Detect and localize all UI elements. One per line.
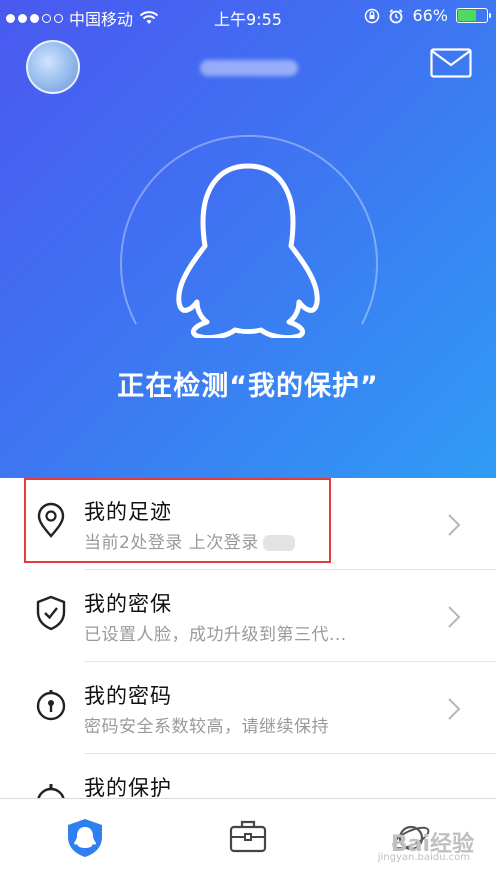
mail-icon[interactable] bbox=[430, 48, 472, 78]
lock-icon bbox=[36, 690, 66, 721]
list-item-subtitle: 密码安全系数较高，请继续保持 bbox=[84, 717, 329, 737]
chevron-right-icon bbox=[448, 514, 461, 536]
battery-fill bbox=[458, 10, 476, 21]
list-item-title: 我的保护 bbox=[84, 776, 172, 798]
list-item-security-question[interactable]: 我的密保 已设置人脸，成功升级到第三代... bbox=[0, 570, 496, 662]
shield-penguin-icon[interactable] bbox=[64, 817, 106, 859]
alarm-icon bbox=[389, 8, 403, 23]
toolbox-icon[interactable] bbox=[228, 817, 268, 855]
watermark-url: jingyan.baidu.com bbox=[377, 852, 470, 863]
detecting-status-text: 正在检测“我的保护” bbox=[117, 371, 379, 402]
list-item-subtitle: 已设置人脸，成功升级到第三代... bbox=[84, 625, 347, 645]
highlight-box bbox=[24, 478, 331, 563]
chevron-right-icon bbox=[448, 698, 461, 720]
protection-icon bbox=[37, 784, 65, 798]
list-item-protection[interactable]: 我的保护 bbox=[0, 754, 496, 798]
list-item-password[interactable]: 我的密码 密码安全系数较高，请继续保持 bbox=[0, 662, 496, 754]
username-redacted bbox=[200, 60, 298, 76]
shield-check-icon bbox=[36, 595, 66, 631]
hero-panel: 中国移动 上午9:55 66% 正在检测“我的保护” bbox=[0, 0, 496, 478]
chevron-right-icon bbox=[448, 606, 461, 628]
status-right: 66% bbox=[364, 6, 491, 25]
avatar[interactable] bbox=[26, 40, 80, 94]
qq-penguin-icon bbox=[176, 163, 320, 338]
list-item-title: 我的密码 bbox=[84, 684, 172, 708]
battery-percent: 66% bbox=[412, 6, 448, 25]
battery-icon bbox=[456, 8, 491, 23]
status-bar: 中国移动 上午9:55 66% bbox=[0, 0, 496, 32]
list-item-title: 我的密保 bbox=[84, 592, 172, 616]
orientation-lock-icon bbox=[365, 8, 380, 23]
